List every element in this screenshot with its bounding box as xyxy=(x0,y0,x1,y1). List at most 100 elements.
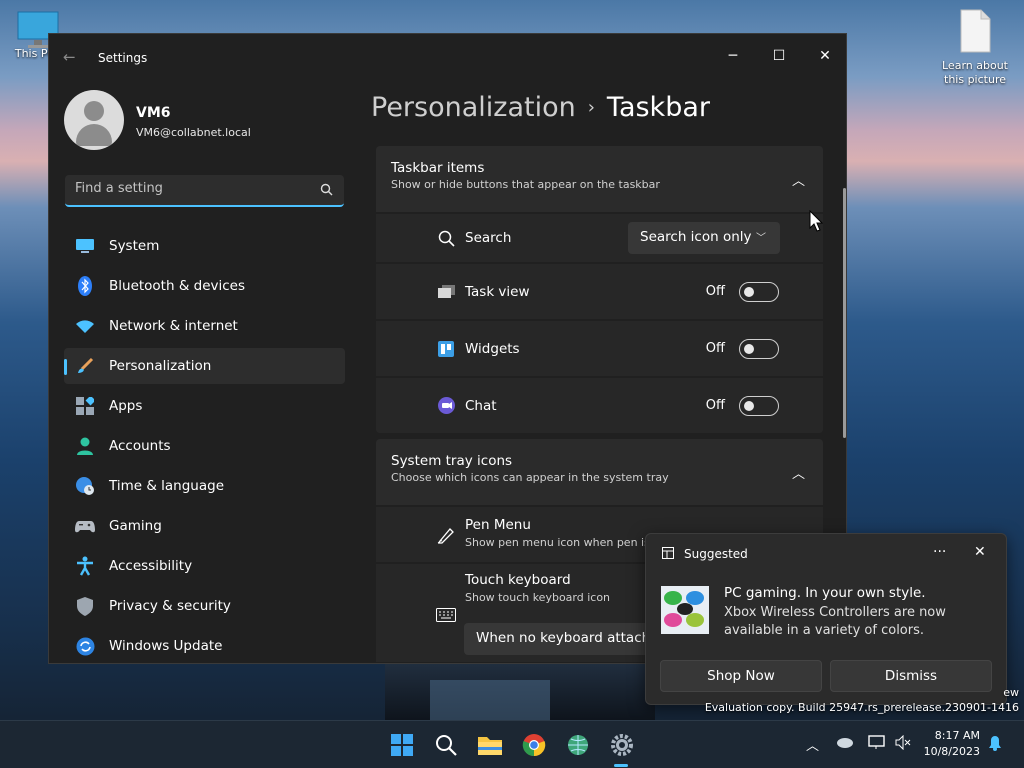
clock-time: 8:17 AM xyxy=(934,729,980,742)
accessibility-icon xyxy=(75,556,95,576)
row-label: Search xyxy=(465,230,512,246)
row-label: Widgets xyxy=(465,340,520,357)
search-icon[interactable] xyxy=(320,183,333,199)
watermark-text: ew xyxy=(1003,686,1019,699)
system-tray-header[interactable]: System tray icons Choose which icons can… xyxy=(376,439,823,505)
sidebar-item-accessibility[interactable]: Accessibility xyxy=(64,548,345,584)
taskbar-items-section: Taskbar items Show or hide buttons that … xyxy=(376,146,823,433)
active-app-indicator xyxy=(614,764,628,767)
close-button[interactable]: ✕ xyxy=(811,42,839,70)
desktop-icon-learn-picture[interactable]: Learn about this picture xyxy=(940,8,1010,87)
sidebar-item-privacy[interactable]: Privacy & security xyxy=(64,588,345,624)
row-label: Touch keyboard Show touch keyboard icon xyxy=(465,572,610,604)
update-icon xyxy=(75,636,95,656)
brush-icon xyxy=(75,356,95,376)
sidebar-item-label: Bluetooth & devices xyxy=(109,278,246,294)
clock-date: 10/8/2023 xyxy=(923,745,980,758)
sidebar-item-time-language[interactable]: Time & language xyxy=(64,468,345,504)
widgets-toggle[interactable] xyxy=(739,338,779,359)
chat-icon xyxy=(436,396,456,416)
system-icon xyxy=(75,236,95,256)
more-options-icon[interactable]: ··· xyxy=(933,544,946,560)
clock[interactable]: 8:17 AM 10/8/2023 xyxy=(920,728,980,760)
toggle-state: Off xyxy=(705,284,725,299)
windows-logo-icon xyxy=(391,734,413,756)
sidebar-item-windows-update[interactable]: Windows Update xyxy=(64,628,345,663)
minimize-button[interactable]: ─ xyxy=(719,42,747,70)
globe-clock-icon xyxy=(75,476,95,496)
row-label: Task view xyxy=(465,283,530,300)
build-watermark: Evaluation copy. Build 25947.rs_prerelea… xyxy=(704,701,1019,714)
sidebar-item-label: Windows Update xyxy=(109,638,223,654)
close-icon[interactable]: ✕ xyxy=(974,544,986,560)
chat-toggle[interactable] xyxy=(739,395,779,416)
section-title: System tray icons xyxy=(391,453,513,469)
network-app-button[interactable] xyxy=(562,729,594,761)
controllers-image xyxy=(661,586,709,634)
search-mode-dropdown[interactable]: Search icon only ﹀ xyxy=(628,222,780,254)
settings-taskbar-button[interactable] xyxy=(606,729,638,761)
row-subtitle: Show touch keyboard icon xyxy=(465,591,611,604)
sidebar-item-apps[interactable]: Apps xyxy=(64,388,345,424)
start-button[interactable] xyxy=(386,729,418,761)
back-arrow-icon[interactable]: ← xyxy=(63,48,76,66)
file-explorer-button[interactable] xyxy=(474,729,506,761)
chevron-up-icon[interactable]: ︿ xyxy=(792,463,805,482)
search-icon xyxy=(436,735,457,756)
sidebar-item-network[interactable]: Network & internet xyxy=(64,308,345,344)
sidebar-nav: System Bluetooth & devices Network & int… xyxy=(64,228,345,663)
person-icon xyxy=(75,436,95,456)
title-bar: ← Settings ─ ☐ ✕ xyxy=(49,34,846,80)
keyboard-icon xyxy=(436,605,456,625)
notification-bell-icon[interactable] xyxy=(988,735,1002,755)
sidebar-item-accounts[interactable]: Accounts xyxy=(64,428,345,464)
chevron-up-icon[interactable]: ︿ xyxy=(792,170,805,189)
sidebar-item-label: Gaming xyxy=(109,518,162,534)
taskbar-items-header[interactable]: Taskbar items Show or hide buttons that … xyxy=(376,146,823,212)
scrollbar[interactable] xyxy=(843,188,846,438)
sidebar-item-label: Personalization xyxy=(109,358,212,374)
onedrive-icon[interactable] xyxy=(836,735,854,753)
breadcrumb-parent[interactable]: Personalization xyxy=(371,92,576,123)
sidebar-item-system[interactable]: System xyxy=(64,228,345,264)
search-row: Search Search icon only ﹀ xyxy=(376,212,823,262)
section-subtitle: Show or hide buttons that appear on the … xyxy=(391,178,660,191)
row-title: Pen Menu xyxy=(465,517,531,533)
sidebar-item-label: Privacy & security xyxy=(109,598,231,614)
chrome-button[interactable] xyxy=(518,729,550,761)
sidebar-item-gaming[interactable]: Gaming xyxy=(64,508,345,544)
desktop-icon-label: Learn about this picture xyxy=(942,59,1008,86)
dropdown-value: Search icon only xyxy=(640,229,752,245)
chat-row: Chat Off xyxy=(376,376,823,433)
taskbar: ︿ 8:17 AM 10/8/2023 xyxy=(0,720,1024,768)
toast-title: PC gaming. In your own style. xyxy=(724,585,926,601)
row-title: Touch keyboard xyxy=(465,572,571,588)
sidebar-item-label: Accessibility xyxy=(109,558,193,574)
suggestion-icon xyxy=(662,547,674,562)
dismiss-button[interactable]: Dismiss xyxy=(830,660,992,692)
breadcrumb: Personalization › Taskbar xyxy=(371,92,710,123)
widgets-icon xyxy=(436,339,456,359)
chevron-down-icon: ﹀ xyxy=(756,233,766,244)
document-icon xyxy=(960,9,991,53)
chevron-up-icon[interactable]: ︿ xyxy=(806,735,819,754)
globe-network-icon xyxy=(568,735,588,755)
task-view-icon xyxy=(436,282,456,302)
maximize-button[interactable]: ☐ xyxy=(765,42,793,70)
section-subtitle: Choose which icons can appear in the sys… xyxy=(391,471,669,484)
task-view-toggle[interactable] xyxy=(739,281,779,302)
gear-icon xyxy=(611,734,633,756)
touch-keyboard-dropdown[interactable]: When no keyboard attached xyxy=(464,623,664,655)
gamepad-icon xyxy=(75,516,95,536)
display-icon[interactable] xyxy=(868,735,886,754)
widgets-row: Widgets Off xyxy=(376,319,823,376)
volume-muted-icon[interactable] xyxy=(895,734,911,754)
sidebar-item-personalization[interactable]: Personalization xyxy=(64,348,345,384)
search-icon xyxy=(436,228,456,248)
toggle-state: Off xyxy=(705,398,725,413)
search-input[interactable] xyxy=(75,181,305,196)
row-label: Chat xyxy=(465,397,497,414)
taskbar-search-button[interactable] xyxy=(430,729,462,761)
shop-now-button[interactable]: Shop Now xyxy=(660,660,822,692)
sidebar-item-bluetooth[interactable]: Bluetooth & devices xyxy=(64,268,345,304)
